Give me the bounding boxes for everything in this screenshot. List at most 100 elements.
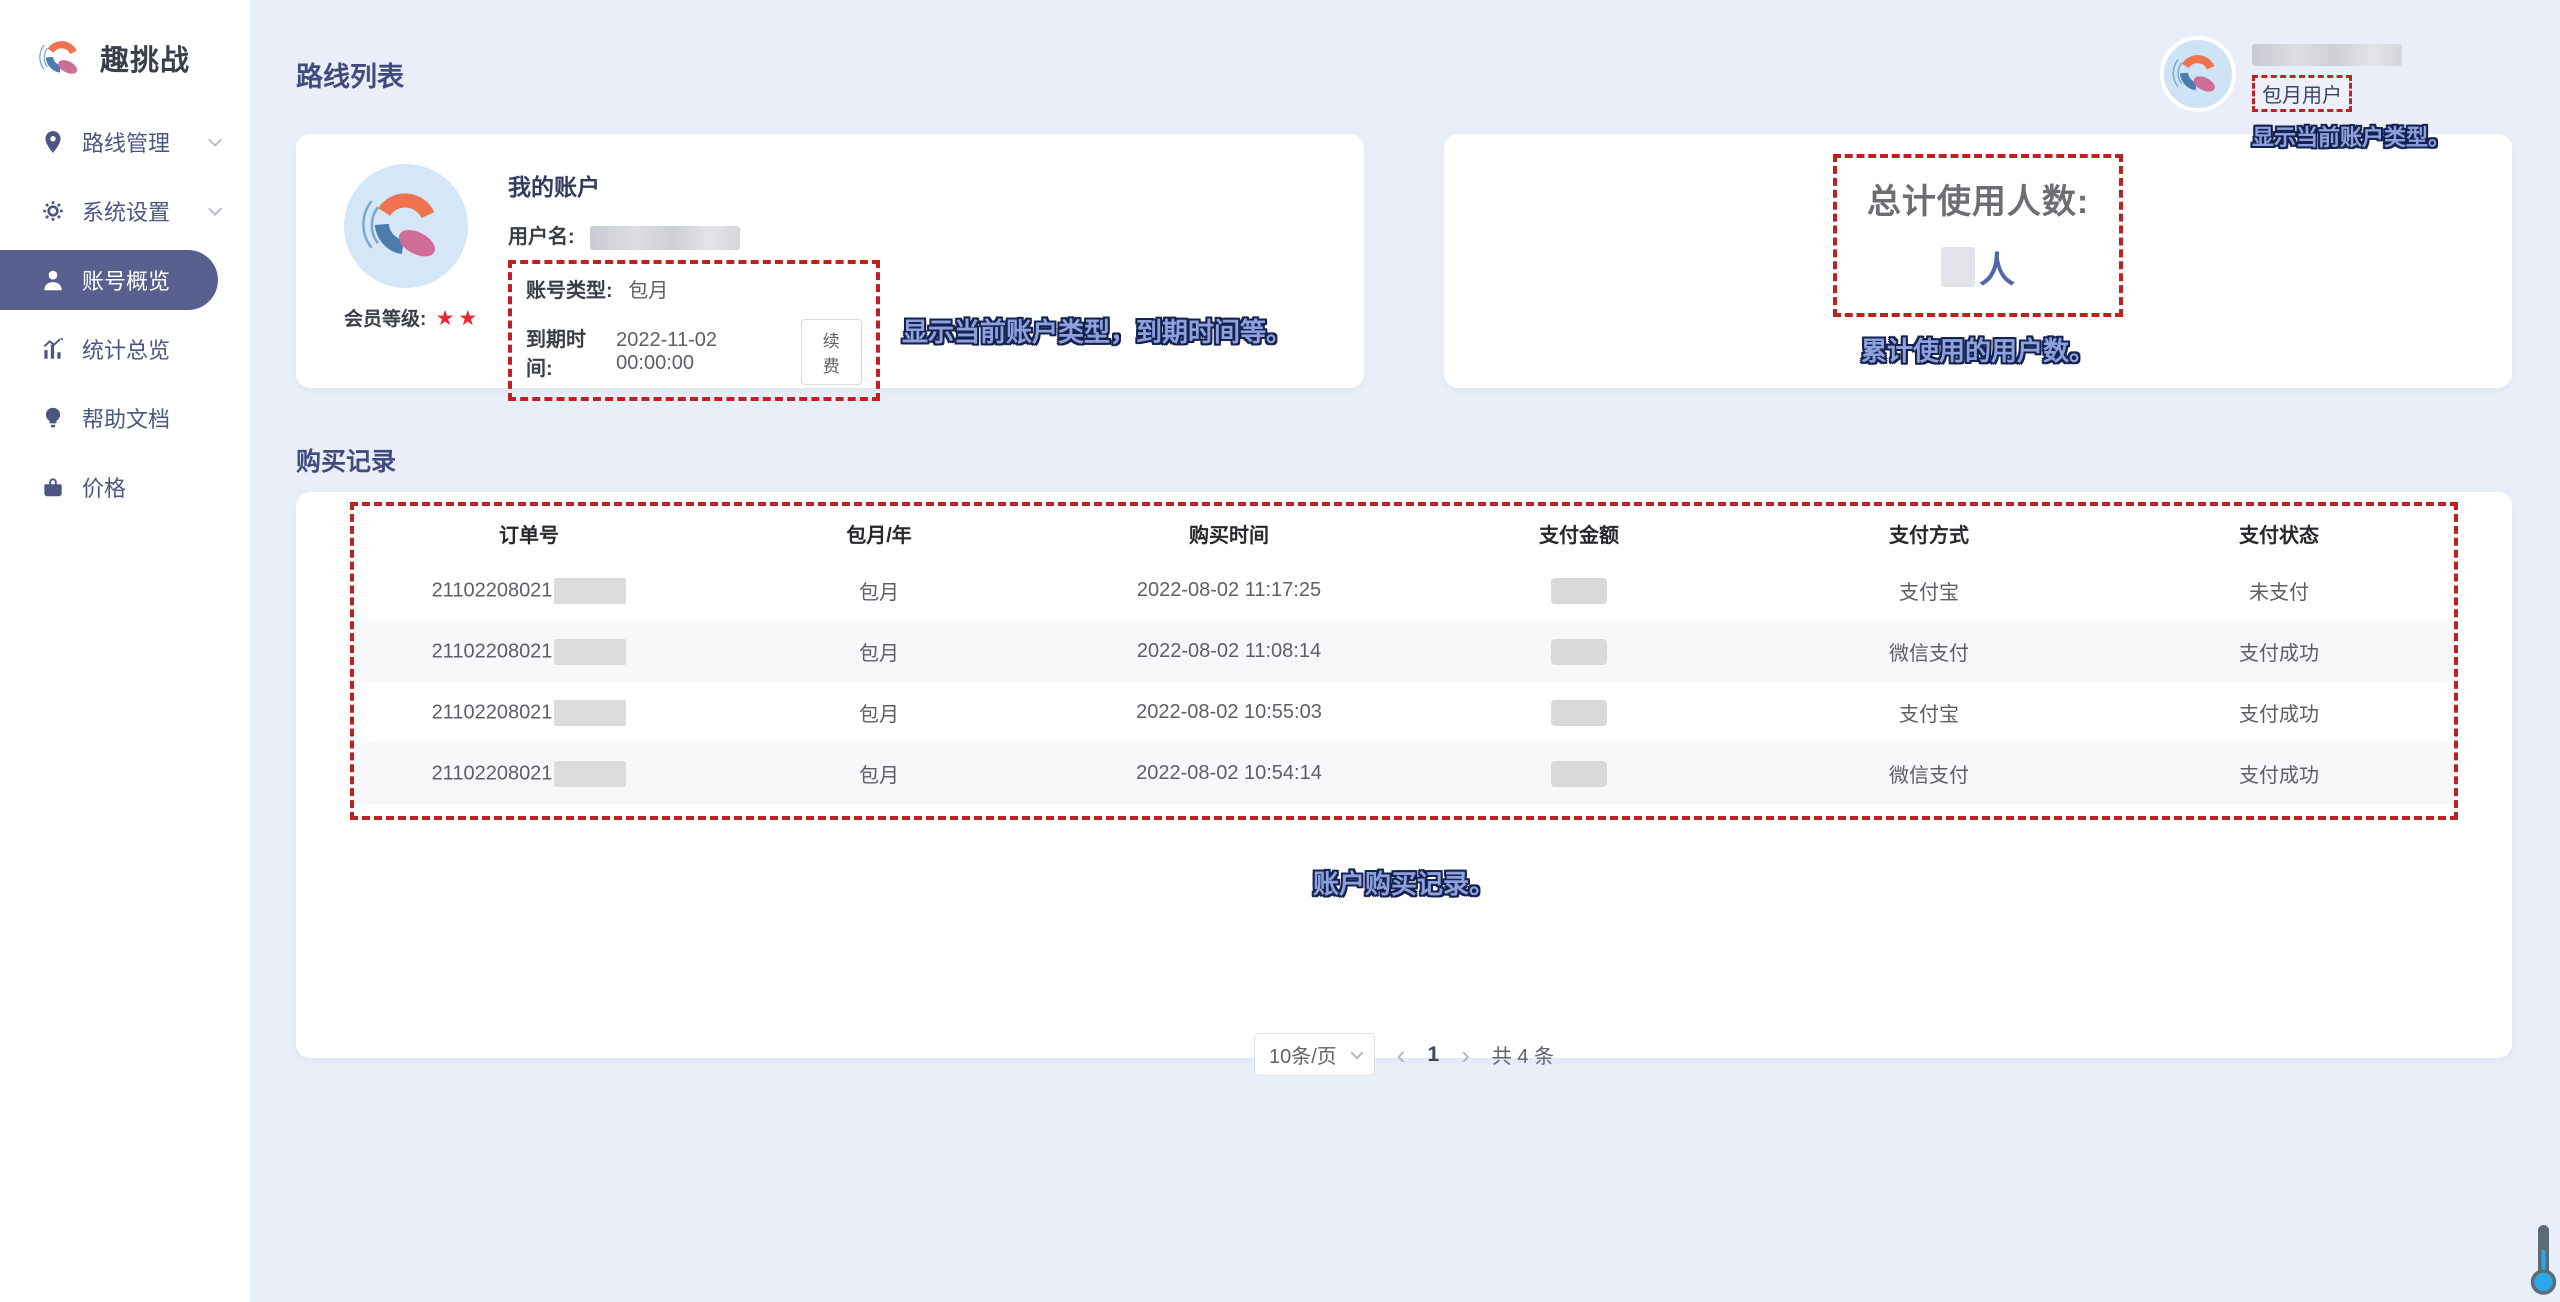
time-cell: 2022-08-02 10:55:03 [1054,682,1404,743]
status-cell: 未支付 [2104,560,2454,621]
redacted-amount [1551,578,1607,604]
username-row: 用户名: [508,220,1324,250]
redacted-amount [1551,639,1607,665]
sidebar: 趣挑战 路线管理 系统设置 账号概览 统计总览 [0,0,250,1302]
method-cell: 微信支付 [1754,621,2104,682]
time-cell: 2022-08-02 11:17:25 [1054,560,1404,621]
col-buy-time: 购买时间 [1054,506,1404,560]
sidebar-item-price[interactable]: 价格 [0,457,250,517]
status-cell: 支付成功 [2104,682,2454,743]
table-row: 21102208021 包月 2022-08-02 10:54:14 微信支付 … [354,743,2454,804]
redacted-order-suffix [554,761,626,787]
pagination-total: 共 4 条 [1492,1040,1554,1069]
annotation-account-info: 显示当前账户类型，到期时间等。 [902,312,1292,349]
time-cell: 2022-08-02 10:54:14 [1054,743,1404,804]
expire-row: 到期时间: 2022-11-02 00:00:00 续费 [526,319,862,385]
redacted-username [2252,44,2402,66]
scroll-thermometer-widget[interactable] [2530,1223,2558,1300]
redacted-user-count [1941,247,1975,287]
sidebar-item-label: 统计总览 [82,333,170,365]
topbar-user-area: 包月用户 显示当前账户类型。 [2160,36,2450,152]
total-users-card: 总计使用人数: 人 累计使用的用户数。 [1444,134,2512,388]
amount-cell [1404,743,1754,804]
status-cell: 支付成功 [2104,743,2454,804]
chevron-down-icon [208,133,222,147]
sidebar-item-label: 账号概览 [82,264,170,296]
sidebar-item-system-settings[interactable]: 系统设置 [0,181,250,241]
brand-q-icon [356,176,456,276]
sidebar-item-label: 系统设置 [82,195,170,227]
thermometer-icon [2530,1223,2558,1295]
col-status: 支付状态 [2104,506,2454,560]
member-stars: ★★ [436,307,482,330]
order-cell: 21102208021 [354,621,704,682]
plan-cell: 包月 [704,621,1054,682]
plan-cell: 包月 [704,560,1054,621]
annotation-account-type: 显示当前账户类型。 [2252,120,2450,152]
chevron-down-icon [1350,1047,1363,1060]
order-cell: 21102208021 [354,743,704,804]
col-plan: 包月/年 [704,506,1054,560]
plan-cell: 包月 [704,682,1054,743]
order-cell: 21102208021 [354,560,704,621]
amount-cell [1404,682,1754,743]
table-header-row: 订单号 包月/年 购买时间 支付金额 支付方式 支付状态 [354,506,2454,560]
redacted-username-value [590,226,740,250]
chevron-down-icon [208,202,222,216]
purchase-table: 订单号 包月/年 购买时间 支付金额 支付方式 支付状态 21102208021… [354,506,2454,804]
account-type-wrap: 账号类型: 包月 到期时间: 2022-11-02 00:00:00 续费 显示… [508,260,1324,401]
user-avatar[interactable] [2160,36,2236,112]
sidebar-item-route-management[interactable]: 路线管理 [0,112,250,172]
brand-q-icon [2169,45,2227,103]
page-size-select[interactable]: 10条/页 [1254,1033,1375,1076]
redacted-order-suffix [554,578,626,604]
order-prefix: 21102208021 [432,701,553,723]
purchase-records-title: 购买记录 [296,442,2512,478]
member-level: 会员等级: ★★ [344,304,474,331]
top-cards-row: 会员等级: ★★ 我的账户 用户名: 账号类型: 包月 [296,134,2512,388]
amount-cell [1404,621,1754,682]
main-content: 路线列表 包月用户 显示当前账户类型。 会员等级: ★ [250,0,2560,1302]
account-card-title: 我的账户 [508,168,1324,202]
sidebar-item-account-overview[interactable]: 账号概览 [0,250,218,310]
prev-page-icon[interactable]: ‹ [1397,1042,1406,1068]
username-label: 用户名: [508,226,575,248]
sidebar-item-label: 价格 [82,471,126,503]
renew-button[interactable]: 续费 [801,319,862,385]
account-type-badge: 包月用户 [2252,75,2352,112]
help-doc-icon [40,405,66,431]
method-cell: 支付宝 [1754,560,2104,621]
amount-cell [1404,560,1754,621]
annotation-purchase-records: 账户购买记录。 [350,864,2458,901]
app-window: 趣挑战 路线管理 系统设置 账号概览 统计总览 [0,0,2560,1302]
order-prefix: 21102208021 [432,762,553,784]
expire-label: 到期时间: [526,323,606,381]
page-number-1[interactable]: 1 [1427,1043,1439,1067]
annotation-box-account-type: 账号类型: 包月 到期时间: 2022-11-02 00:00:00 续费 [508,260,880,401]
account-avatar [344,164,468,288]
account-type-row: 账号类型: 包月 [526,274,862,303]
order-prefix: 21102208021 [432,640,553,662]
sidebar-item-help-docs[interactable]: 帮助文档 [0,388,250,448]
time-cell: 2022-08-02 11:08:14 [1054,621,1404,682]
col-amount: 支付金额 [1404,506,1754,560]
sidebar-item-stats-overview[interactable]: 统计总览 [0,319,250,379]
stats-chart-icon [40,336,66,362]
plan-cell: 包月 [704,743,1054,804]
my-account-card: 会员等级: ★★ 我的账户 用户名: 账号类型: 包月 [296,134,1364,388]
order-cell: 21102208021 [354,682,704,743]
total-users-unit: 人 [1979,241,2015,293]
method-cell: 微信支付 [1754,743,2104,804]
sidebar-item-label: 帮助文档 [82,402,170,434]
annotation-box-purchase-table: 订单号 包月/年 购买时间 支付金额 支付方式 支付状态 21102208021… [350,502,2458,820]
pagination: 10条/页 ‹ 1 › 共 4 条 [350,1033,2458,1076]
expire-value: 2022-11-02 00:00:00 [616,329,786,375]
account-type-label: 账号类型: [526,280,613,302]
next-page-icon[interactable]: › [1461,1042,1470,1068]
page-size-value: 10条/页 [1269,1040,1337,1069]
brand-q-icon [36,32,88,84]
redacted-order-suffix [554,700,626,726]
redacted-order-suffix [554,639,626,665]
price-bag-icon [40,474,66,500]
annotation-box-total-users: 总计使用人数: 人 [1833,154,2123,317]
